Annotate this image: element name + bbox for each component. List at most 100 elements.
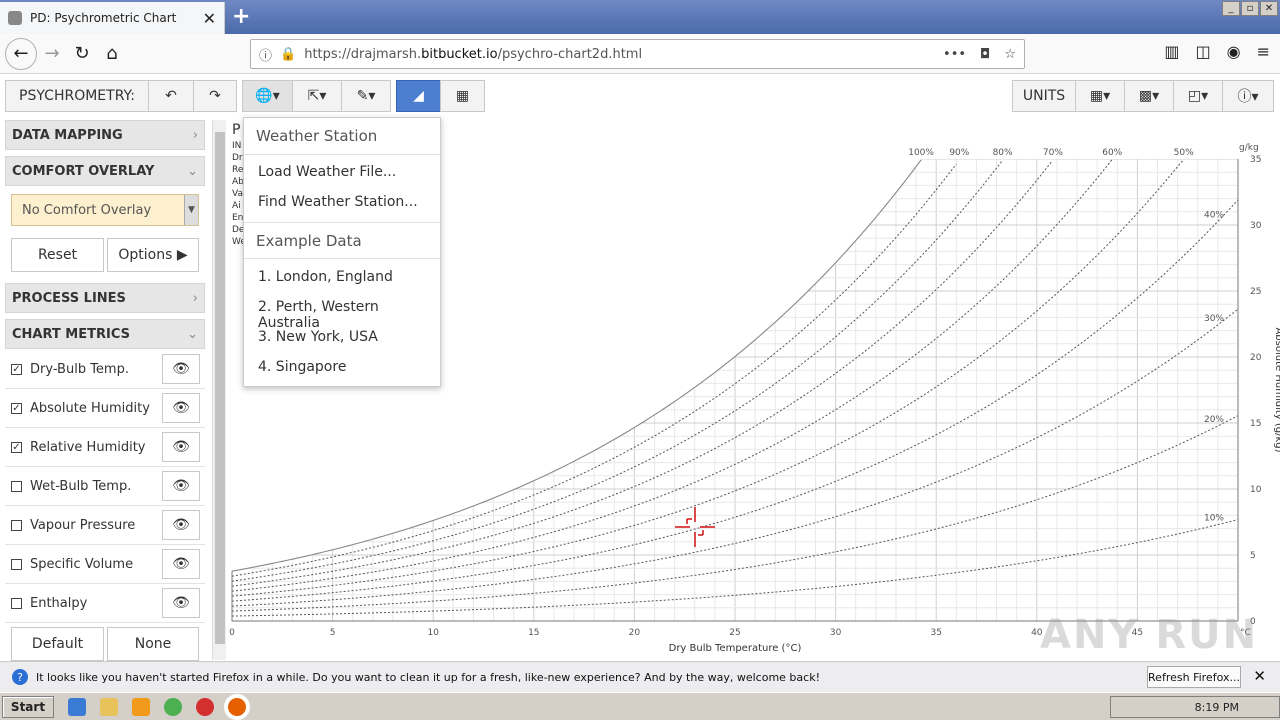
url-prefix: https://drajmarsh. — [304, 46, 422, 62]
data-mapping-label: DATA MAPPING — [12, 127, 123, 143]
metric-row[interactable]: Specific Volume 👁 — [5, 545, 205, 584]
firefox-taskbar-icon[interactable] — [228, 697, 246, 716]
home-icon[interactable]: ⌂ — [97, 39, 127, 69]
forward-icon[interactable]: → — [37, 39, 67, 69]
y-tick-label: 20 — [1250, 353, 1262, 363]
metric-row[interactable]: ✓ Dry-Bulb Temp. 👁 — [5, 350, 205, 389]
eye-icon[interactable]: 👁 — [162, 471, 200, 501]
ie-icon[interactable] — [68, 697, 86, 716]
metric-checkbox[interactable] — [11, 519, 22, 531]
find-weather-station-item[interactable]: Find Weather Station... — [258, 194, 418, 210]
metric-checkbox[interactable]: ✓ — [11, 441, 22, 453]
eye-icon[interactable]: 👁 — [162, 432, 200, 462]
maximize-icon[interactable]: ▫ — [1241, 1, 1259, 16]
y-axis-title: Absolute Humidity (g/kg) — [1273, 327, 1280, 452]
x-tick-label: 20 — [629, 628, 641, 638]
x-tick-label: 10 — [427, 628, 439, 638]
chart-metrics-section[interactable]: CHART METRICS ⌄ — [5, 319, 205, 349]
tab-close-icon[interactable]: ✕ — [203, 9, 216, 28]
load-weather-file-item[interactable]: Load Weather File... — [258, 164, 396, 180]
sidebar-scrollbar[interactable] — [212, 120, 226, 660]
reset-button[interactable]: Reset — [11, 238, 104, 272]
chart-view-icon[interactable]: ◢ — [396, 80, 441, 112]
account-icon[interactable]: ◉ — [1227, 42, 1241, 61]
eye-icon[interactable]: 👁 — [162, 393, 200, 423]
metric-row[interactable]: Wet-Bulb Temp. 👁 — [5, 467, 205, 506]
none-button[interactable]: None — [107, 627, 199, 661]
grid-settings-icon[interactable]: ▦▾ — [1075, 80, 1125, 112]
redo-icon[interactable]: ↷ — [193, 80, 237, 112]
info-icon[interactable]: ⓘ — [259, 45, 272, 64]
default-button[interactable]: Default — [11, 627, 104, 661]
metric-checkbox[interactable]: ✓ — [11, 402, 22, 414]
data-mapping-section[interactable]: DATA MAPPING › — [5, 120, 205, 150]
metric-checkbox[interactable] — [11, 597, 22, 609]
example-london-item[interactable]: 1. London, England — [258, 269, 393, 285]
library-icon[interactable]: ▥ — [1164, 42, 1179, 61]
opera-icon[interactable] — [196, 697, 214, 716]
example-perth-item[interactable]: 2. Perth, Western Australia — [258, 299, 440, 331]
minimize-icon[interactable]: _ — [1222, 1, 1240, 16]
browser-tab-strip: PD: Psychrometric Chart ✕ + _ ▫ ✕ — [0, 0, 1280, 34]
y-tick-label: 30 — [1250, 221, 1262, 231]
metric-checkbox[interactable] — [11, 480, 22, 492]
rh-top-label: 70% — [1043, 148, 1063, 158]
page-actions-icon[interactable]: ••• — [943, 47, 966, 62]
psychrometry-button[interactable]: PSYCHROMETRY: — [5, 80, 149, 112]
metric-checkbox[interactable] — [11, 558, 22, 570]
comfort-overlay-label: COMFORT OVERLAY — [12, 163, 155, 179]
rh-side-label: 30% — [1204, 314, 1224, 324]
eye-icon[interactable]: 👁 — [162, 588, 200, 618]
eye-icon[interactable]: 👁 — [162, 354, 200, 384]
media-player-icon[interactable] — [132, 697, 150, 716]
grid-options-icon[interactable]: ▩▾ — [1124, 80, 1174, 112]
pocket-icon[interactable]: ◘ — [980, 47, 990, 62]
close-window-icon[interactable]: ✕ — [1260, 1, 1278, 16]
export-icon[interactable]: ⇱▾ — [292, 80, 342, 112]
navigation-bar: ← → ↻ ⌂ ⓘ 🔒 https://drajmarsh. bitbucket.… — [0, 34, 1280, 74]
draw-lines-icon[interactable]: ✎▾ — [341, 80, 391, 112]
metric-label: Wet-Bulb Temp. — [30, 478, 132, 494]
eye-icon[interactable]: 👁 — [162, 510, 200, 540]
explorer-icon[interactable] — [100, 697, 118, 716]
metric-row[interactable]: Enthalpy 👁 — [5, 584, 205, 623]
url-bar[interactable]: ⓘ 🔒 https://drajmarsh. bitbucket.io/psych… — [250, 39, 1025, 69]
rh-side-label: 10% — [1204, 514, 1224, 524]
metric-checkbox[interactable]: ✓ — [11, 363, 22, 375]
menu-icon[interactable]: ≡ — [1257, 42, 1270, 61]
info-menu-icon[interactable]: ⓘ▾ — [1222, 80, 1274, 112]
eye-icon[interactable]: 👁 — [162, 549, 200, 579]
process-lines-section[interactable]: PROCESS LINES › — [5, 283, 205, 313]
comfort-overlay-select[interactable]: No Comfort Overlay ▼ — [11, 194, 199, 226]
reload-icon[interactable]: ↻ — [67, 39, 97, 69]
metric-row[interactable]: ✓ Absolute Humidity 👁 — [5, 389, 205, 428]
metric-row[interactable]: Vapour Pressure 👁 — [5, 506, 205, 545]
new-tab-icon[interactable]: + — [232, 4, 250, 29]
weather-station-header: Weather Station — [256, 127, 378, 145]
menu-separator — [244, 258, 442, 259]
example-singapore-item[interactable]: 4. Singapore — [258, 359, 346, 375]
comfort-overlay-section[interactable]: COMFORT OVERLAY ⌄ — [5, 156, 205, 186]
x-tick-label: 25 — [729, 628, 740, 638]
y-tick-label: 15 — [1250, 419, 1261, 429]
scrollbar-thumb[interactable] — [215, 132, 225, 644]
back-icon[interactable]: ← — [5, 37, 37, 70]
select-arrow-icon[interactable]: ▼ — [184, 195, 198, 225]
url-path: /psychro-chart2d.html — [497, 46, 643, 62]
sidebar-toggle-icon[interactable]: ◫ — [1196, 42, 1211, 61]
start-button[interactable]: Start — [2, 695, 54, 718]
table-view-icon[interactable]: ▦ — [440, 80, 485, 112]
units-button[interactable]: UNITS — [1012, 80, 1076, 112]
chrome-icon[interactable] — [164, 697, 182, 716]
refresh-firefox-button[interactable]: Refresh Firefox... — [1147, 666, 1241, 688]
globe-weather-icon[interactable]: 🌐▾ — [242, 80, 293, 112]
firefox-notification-bar: ? It looks like you haven't started Fire… — [0, 661, 1280, 692]
options-button[interactable]: Options ▶ — [107, 238, 199, 272]
bookmark-star-icon[interactable]: ☆ — [1004, 47, 1016, 62]
close-notification-icon[interactable]: ✕ — [1253, 667, 1266, 685]
example-new-york-item[interactable]: 3. New York, USA — [258, 329, 378, 345]
undo-icon[interactable]: ↶ — [148, 80, 194, 112]
chart-display-icon[interactable]: ◰▾ — [1173, 80, 1223, 112]
metric-row[interactable]: ✓ Relative Humidity 👁 — [5, 428, 205, 467]
browser-tab[interactable]: PD: Psychrometric Chart ✕ — [0, 2, 225, 34]
